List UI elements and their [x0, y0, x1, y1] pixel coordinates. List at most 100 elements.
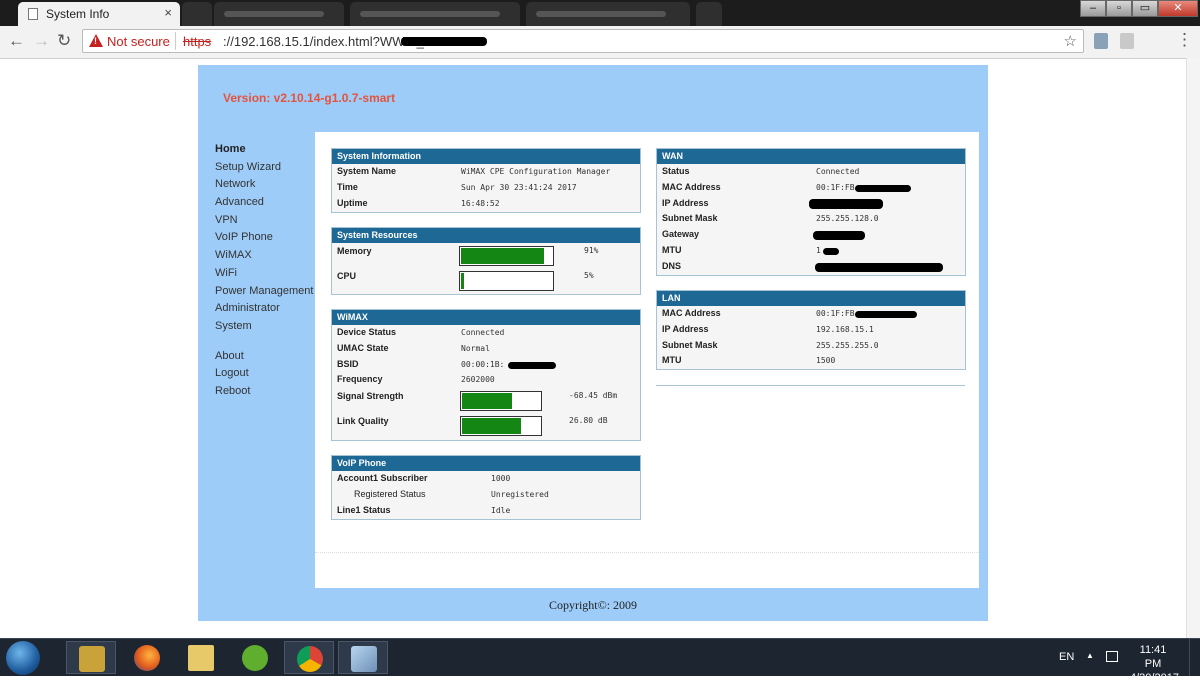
tab-background[interactable] [214, 2, 344, 26]
kebab-menu-icon[interactable]: ⋮ [1176, 31, 1193, 49]
panel-title: LAN [657, 291, 965, 306]
panel-title: VoIP Phone [332, 456, 640, 471]
chevron-up-icon[interactable]: ▲ [1086, 651, 1094, 660]
firefox-icon [134, 645, 160, 671]
tab-new[interactable] [182, 2, 212, 26]
show-desktop-button[interactable] [1189, 639, 1200, 676]
memory-bar [459, 246, 554, 266]
redaction-mark [508, 361, 556, 369]
row-value: Normal [461, 343, 490, 353]
warning-icon: ! [89, 34, 103, 47]
info-row: Time Sun Apr 30 23:41:24 2017 [332, 180, 640, 196]
row-label: DNS [662, 260, 682, 271]
restore-button[interactable]: ▭ [1132, 0, 1158, 17]
nav-home[interactable]: Home [215, 141, 313, 159]
taskbar-firefox[interactable] [122, 641, 172, 674]
divider [175, 32, 176, 50]
tab-system-info[interactable]: System Info × [18, 2, 180, 26]
maximize-button[interactable]: ▫ [1106, 0, 1132, 17]
media-player-icon [79, 646, 105, 672]
star-icon[interactable]: ☆ [1064, 32, 1077, 50]
window-close-button[interactable]: ✕ [1158, 0, 1198, 17]
extension-icon[interactable] [1120, 33, 1134, 49]
nav-about[interactable]: About [215, 348, 313, 366]
info-row: Subnet Mask 255.255.255.0 [657, 338, 965, 354]
link-quality-value: 26.80 dB [569, 416, 608, 426]
info-row: Subnet Mask 255.255.128.0 [657, 211, 965, 227]
nav-setup-wizard[interactable]: Setup Wizard [215, 159, 313, 177]
address-bar[interactable]: ! Not secure https ://192.168.15.1/index… [82, 29, 1084, 53]
page-icon [28, 8, 38, 20]
row-label: Link Quality [337, 416, 389, 427]
panel-title: WiMAX [332, 310, 640, 325]
back-arrow-icon[interactable]: ← [8, 32, 25, 50]
signal-strength-value: -68.45 dBm [569, 391, 618, 401]
tab-background[interactable] [526, 2, 690, 26]
info-row: Gateway [657, 227, 965, 243]
windows-taskbar: EN ▲ 11:41 PM 4/30/2017 [0, 638, 1200, 684]
row-label: Registered Status [354, 488, 426, 499]
extension-shield-icon[interactable] [1094, 33, 1108, 49]
row-label: IP Address [662, 323, 709, 334]
row-value: WiMAX CPE Configuration Manager [461, 167, 611, 176]
clock-date: 4/30/2017 [1130, 672, 1179, 684]
tab-close-icon[interactable]: × [164, 5, 172, 20]
taskbar-media-player[interactable] [66, 641, 116, 674]
taskbar-utorrent[interactable] [230, 641, 280, 674]
language-indicator[interactable]: EN [1059, 651, 1074, 663]
row-label: BSID [337, 358, 359, 369]
nav-vpn[interactable]: VPN [215, 212, 313, 230]
taskbar-chrome[interactable] [284, 641, 334, 674]
copyright-text: Copyright©: 2009 [548, 598, 638, 612]
link-quality-bar [460, 416, 542, 437]
redaction-mark [855, 184, 911, 192]
action-center-icon[interactable] [1106, 651, 1118, 662]
firmware-version: Version: v2.10.14-g1.0.7-smart [223, 91, 396, 105]
row-label: Signal Strength [337, 391, 404, 402]
scrollbar[interactable] [1186, 58, 1200, 638]
browser-tab-strip: System Info × – ▫ ▭ ✕ [0, 0, 1200, 26]
row-value: 255.255.255.0 [816, 340, 879, 350]
row-label: Status [662, 166, 690, 176]
url-scheme: https [183, 34, 212, 49]
nav-wimax[interactable]: WiMAX [215, 247, 313, 265]
paint-icon [351, 646, 377, 672]
nav-network[interactable]: Network [215, 176, 313, 194]
row-value: 16:48:52 [461, 198, 500, 208]
row-label: Gateway [662, 229, 700, 240]
signal-strength-row: Signal Strength -68.45 dBm [332, 388, 640, 413]
nav-administrator[interactable]: Administrator [215, 300, 313, 318]
system-clock[interactable]: 11:41 PM 4/30/2017 [1130, 643, 1179, 685]
forward-arrow-icon[interactable]: → [33, 32, 50, 50]
info-row: MTU 1 [657, 243, 965, 259]
nav-logout[interactable]: Logout [215, 365, 313, 383]
file-explorer-icon [188, 645, 214, 671]
nav-wifi[interactable]: WiFi [215, 265, 313, 283]
start-button[interactable] [6, 641, 40, 675]
nav-system[interactable]: System [215, 318, 313, 336]
tab-background[interactable] [350, 2, 520, 26]
info-row: DNS [657, 259, 965, 275]
info-row: BSID 00:00:1B: [332, 357, 640, 373]
security-status[interactable]: Not secure [107, 34, 170, 49]
redaction-mark [855, 311, 917, 318]
tab-background[interactable] [696, 2, 722, 26]
nav-power-management[interactable]: Power Management [215, 283, 313, 301]
reload-icon[interactable]: ↻ [57, 32, 71, 50]
system-information-panel: System Information System Name WiMAX CPE… [331, 148, 641, 213]
voip-phone-panel: VoIP Phone Account1 Subscriber 1000 Regi… [331, 455, 641, 520]
row-value: 00:1F:FB [816, 309, 855, 318]
taskbar-file-explorer[interactable] [176, 641, 226, 674]
nav-reboot[interactable]: Reboot [215, 383, 313, 401]
nav-advanced[interactable]: Advanced [215, 194, 313, 212]
lan-panel: LAN MAC Address 00:1F:FB IP Address 192.… [656, 290, 966, 370]
utorrent-icon [242, 645, 268, 671]
row-label: CPU [337, 271, 357, 281]
info-row: MAC Address 00:1F:FB [657, 306, 965, 322]
info-row: System Name WiMAX CPE Configuration Mana… [332, 164, 640, 180]
chrome-icon [297, 646, 323, 672]
row-label: Line1 Status [337, 504, 391, 515]
minimize-button[interactable]: – [1080, 0, 1106, 17]
nav-voip-phone[interactable]: VoIP Phone [215, 229, 313, 247]
taskbar-paint[interactable] [338, 641, 388, 674]
